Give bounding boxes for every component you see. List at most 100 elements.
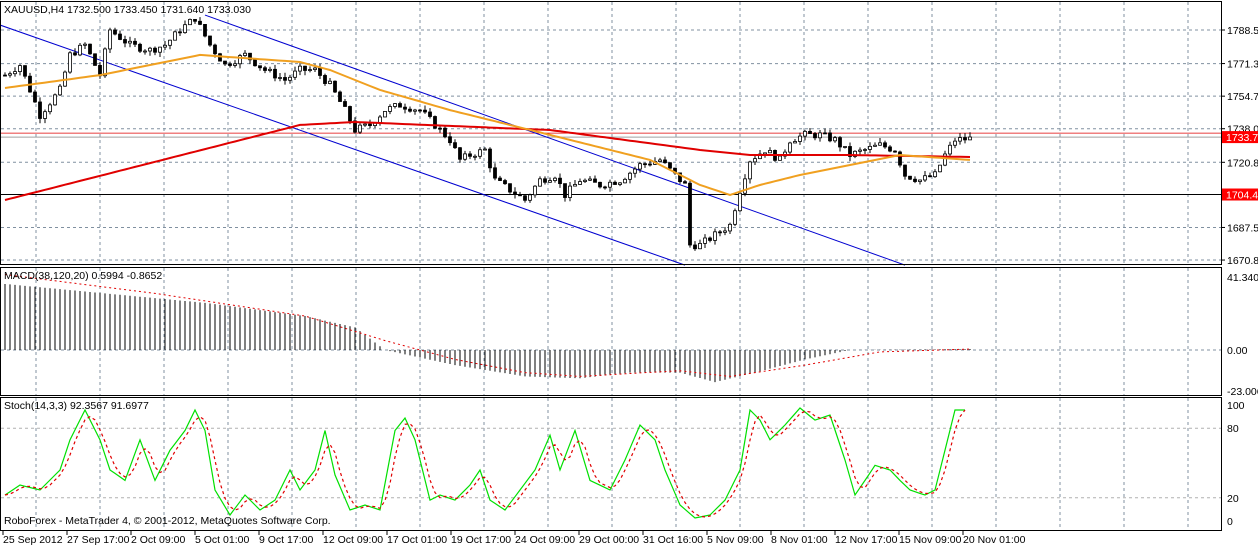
candle	[933, 169, 937, 178]
bull-candle-body	[933, 171, 937, 178]
candle	[923, 171, 927, 182]
bull-candle-body	[478, 149, 482, 157]
candle	[508, 183, 512, 194]
bear-candle-body	[828, 132, 832, 142]
candle	[308, 66, 312, 73]
candle	[603, 185, 607, 190]
bear-candle-body	[708, 237, 712, 241]
bear-candle-body	[963, 137, 967, 141]
candle	[333, 80, 337, 93]
price-label: 1771.39	[1227, 59, 1258, 71]
bear-candle-body	[153, 47, 157, 53]
bull-candle-body	[148, 47, 152, 52]
candle	[838, 136, 842, 152]
candle	[593, 175, 597, 183]
bull-candle-body	[588, 178, 592, 181]
stoch-scale-label: 0	[1227, 516, 1233, 528]
bear-candle-body	[123, 39, 127, 44]
candle	[303, 65, 307, 76]
candle	[568, 181, 572, 202]
bear-candle-body	[508, 183, 512, 193]
candle	[573, 180, 577, 187]
candle	[878, 137, 882, 146]
candle	[343, 99, 347, 107]
bull-candle-body	[633, 168, 637, 174]
price-label: 1687.56	[1227, 222, 1258, 234]
bear-candle-body	[438, 127, 442, 130]
bull-candle-body	[268, 68, 272, 71]
bull-candle-body	[8, 73, 12, 76]
bull-candle-body	[233, 63, 237, 66]
bear-candle-body	[118, 33, 122, 40]
candle	[733, 208, 737, 227]
time-label: 27 Sep 17:00	[67, 534, 130, 545]
bear-candle-body	[668, 162, 672, 169]
candle	[368, 119, 372, 129]
bull-candle-body	[608, 181, 612, 188]
bear-candle-body	[343, 101, 347, 107]
bear-candle-body	[718, 231, 722, 234]
candle	[258, 65, 262, 71]
bull-candle-body	[843, 146, 847, 148]
bull-candle-body	[768, 149, 772, 154]
bull-candle-body	[628, 172, 632, 180]
bear-candle-body	[593, 178, 597, 183]
candle	[493, 163, 497, 181]
candle	[143, 49, 147, 55]
macd-pane[interactable]	[4, 274, 971, 383]
candle	[478, 147, 482, 159]
bear-candle-body	[643, 163, 647, 166]
candle	[198, 17, 202, 26]
bear-candle-body	[453, 142, 457, 149]
bull-candle-body	[698, 243, 702, 250]
bear-candle-body	[418, 109, 422, 112]
bull-candle-body	[573, 184, 577, 187]
bull-candle-body	[363, 123, 367, 126]
candle	[183, 20, 187, 34]
bear-candle-body	[213, 44, 217, 55]
bear-candle-body	[903, 164, 907, 177]
candle	[713, 228, 717, 245]
time-label: 2 Oct 09:00	[131, 534, 185, 545]
candle	[123, 35, 127, 48]
bear-candle-body	[893, 150, 897, 153]
candle	[558, 173, 562, 188]
bear-candle-body	[683, 181, 687, 184]
candle	[233, 60, 237, 68]
candle	[173, 30, 177, 41]
time-label: 25 Sep 2012	[3, 534, 63, 545]
candle	[28, 72, 32, 93]
stochastic-pane[interactable]	[4, 407, 966, 519]
candle	[828, 129, 832, 143]
candle	[358, 122, 362, 135]
candle	[513, 187, 517, 199]
candle	[93, 53, 97, 66]
bear-candle-body	[398, 103, 402, 108]
bear-candle-body	[338, 91, 342, 102]
time-label: 8 Nov 01:00	[771, 534, 828, 545]
candle	[768, 147, 772, 154]
candle	[418, 108, 422, 114]
candle	[23, 65, 27, 79]
bull-candle-body	[873, 144, 877, 147]
bear-candle-body	[443, 127, 447, 138]
candle	[58, 83, 62, 96]
bull-candle-body	[538, 178, 542, 187]
bear-candle-body	[838, 137, 842, 148]
bear-candle-body	[33, 91, 37, 103]
bull-candle-body	[53, 94, 57, 106]
bear-candle-body	[468, 153, 472, 157]
bull-candle-body	[243, 52, 247, 56]
bull-candle-body	[788, 142, 792, 153]
bull-candle-body	[923, 175, 927, 181]
candle	[353, 117, 357, 134]
candle	[498, 175, 502, 181]
metatrader-chart[interactable]: XAUUSD,H4 1732.500 1733.450 1731.640 173…	[0, 0, 1258, 545]
bear-candle-body	[888, 146, 892, 152]
axes: 1788.561771.391754.721738.061720.891687.…	[2, 25, 1258, 545]
price-label: 1670.89	[1227, 255, 1258, 267]
candle	[53, 93, 57, 106]
bear-candle-body	[513, 191, 517, 195]
candle	[893, 150, 897, 153]
candle	[393, 103, 397, 109]
